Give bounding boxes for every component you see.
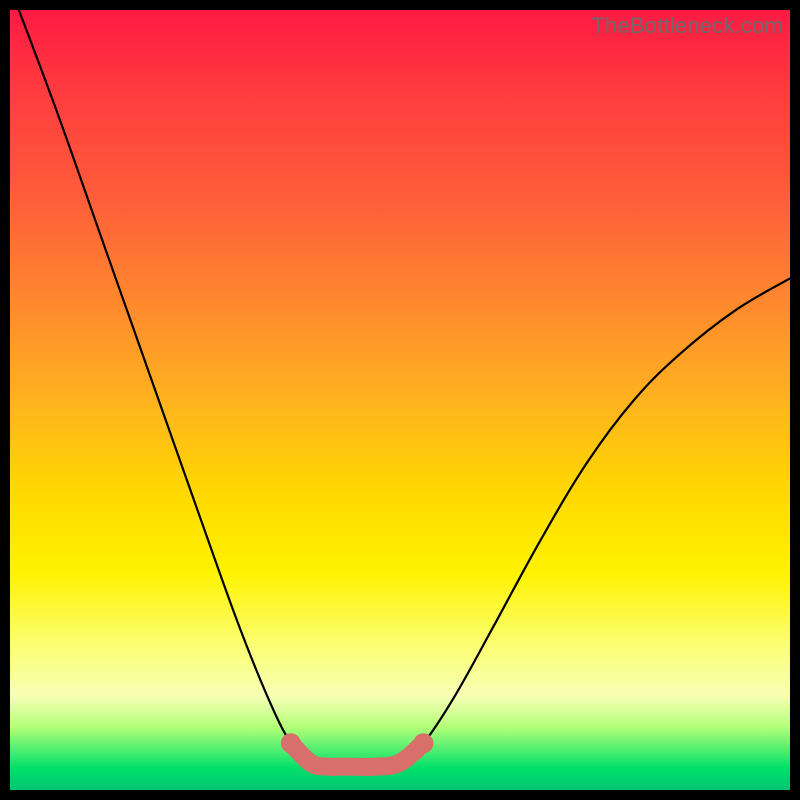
chart-frame: TheBottleneck.com [0,0,800,800]
feasible-band-endpoint-left [281,733,301,753]
chart-plot-area [10,10,790,790]
bottleneck-curve [10,10,790,767]
watermark-text: TheBottleneck.com [591,13,783,39]
feasible-band [291,743,424,767]
feasible-band-endpoint-right [413,733,433,753]
bottleneck-curve-svg [10,10,790,790]
